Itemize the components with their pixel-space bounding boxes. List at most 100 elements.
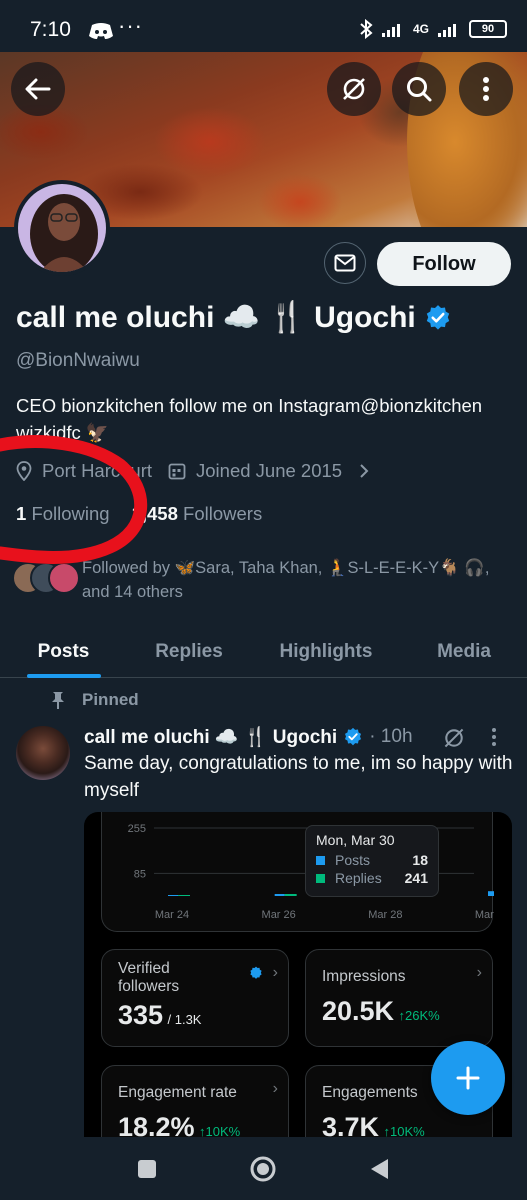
posts-legend-swatch bbox=[316, 855, 325, 865]
envelope-icon bbox=[334, 254, 356, 272]
post-more-icon[interactable] bbox=[490, 726, 498, 748]
verified-badge-icon bbox=[345, 727, 362, 746]
battery-indicator: 90 bbox=[469, 20, 507, 38]
more-vertical-icon bbox=[483, 77, 489, 101]
bar-replies-mar-24[interactable] bbox=[178, 895, 190, 896]
stat-sub: / 1.3K bbox=[167, 1012, 202, 1027]
pinned-indicator: Pinned bbox=[50, 690, 139, 710]
chart-tooltip: Mon, Mar 30 Posts 18 Replies 241 bbox=[305, 825, 439, 897]
tooltip-row-replies: Replies 241 bbox=[316, 870, 428, 886]
post-time: · 10h bbox=[369, 726, 413, 747]
stat-label: Engagement rate bbox=[118, 1084, 237, 1101]
tooltip-replies-label: Replies bbox=[335, 870, 382, 886]
grok-icon[interactable] bbox=[442, 726, 466, 750]
post-author-avatar[interactable] bbox=[16, 726, 70, 780]
compose-post-button[interactable] bbox=[431, 1041, 505, 1115]
tooltip-date: Mon, Mar 30 bbox=[316, 832, 395, 848]
tooltip-posts-label: Posts bbox=[335, 852, 371, 868]
chevron-right-icon: › bbox=[272, 964, 278, 981]
followers-link[interactable]: 1,458 Followers bbox=[132, 503, 263, 525]
following-link[interactable]: 1 Following bbox=[16, 503, 110, 525]
follower-avatar-3 bbox=[48, 562, 80, 594]
post-author-name[interactable]: call me oluchi ☁️ 🍴 Ugochi bbox=[84, 725, 337, 749]
bar-posts-mar-24[interactable] bbox=[168, 895, 178, 896]
message-button[interactable] bbox=[324, 242, 366, 284]
stat-value: 335 bbox=[118, 1000, 164, 1030]
followers-label: Followers bbox=[183, 503, 263, 524]
replies-legend-swatch bbox=[316, 873, 325, 883]
bar-posts-mar-26[interactable] bbox=[274, 894, 285, 896]
bar-replies-mar-26[interactable] bbox=[284, 894, 297, 896]
chevron-right-icon: › bbox=[272, 1080, 278, 1097]
tab-media[interactable]: Media bbox=[401, 626, 527, 678]
bluetooth-icon bbox=[360, 19, 373, 39]
plus-icon bbox=[456, 1066, 480, 1090]
x-tick-label: Mar 30 bbox=[475, 909, 494, 921]
x-tick-label: Mar 26 bbox=[262, 909, 296, 921]
stat-value: 20.5K bbox=[322, 996, 395, 1026]
chevron-right-icon[interactable] bbox=[358, 463, 370, 479]
x-tick-label: Mar 28 bbox=[368, 909, 402, 921]
verified-badge-icon[interactable] bbox=[424, 304, 452, 332]
y-tick-label: 255 bbox=[128, 823, 146, 835]
profile-handle: @BionNwaiwu bbox=[16, 350, 140, 371]
status-time: 7:10 bbox=[30, 18, 71, 41]
following-label: Following bbox=[31, 503, 110, 524]
stat-label: Verified followers bbox=[118, 960, 180, 995]
status-bar: 7:10 ··· 4G 90 bbox=[0, 0, 527, 52]
pin-icon bbox=[52, 692, 64, 709]
profile-location: Port Harcourt bbox=[42, 460, 153, 481]
android-nav-bar bbox=[0, 1137, 527, 1200]
tooltip-posts-value: 18 bbox=[412, 852, 428, 868]
discord-icon bbox=[89, 23, 113, 39]
profile-meta: Port Harcourt Joined June 2015 bbox=[16, 460, 370, 482]
grok-icon bbox=[343, 78, 365, 100]
more-options-button[interactable] bbox=[459, 62, 513, 116]
stat-card-verified-followers[interactable]: Verified followers › 335 / 1.3K bbox=[101, 949, 289, 1047]
post-header: call me oluchi ☁️ 🍴 Ugochi · 10h bbox=[84, 725, 413, 749]
profile-counts: 1 Following 1,458 Followers bbox=[16, 503, 262, 525]
follow-button[interactable]: Follow bbox=[377, 242, 511, 286]
arrow-left-icon bbox=[25, 78, 51, 100]
network-type: 4G bbox=[412, 22, 429, 36]
profile-display-name: call me oluchi ☁️ 🍴 Ugochi bbox=[16, 300, 452, 335]
search-button[interactable] bbox=[392, 62, 446, 116]
followed-by-avatars[interactable] bbox=[12, 562, 82, 594]
calendar-icon bbox=[168, 463, 186, 480]
following-count: 1 bbox=[16, 503, 27, 524]
tooltip-replies-value: 241 bbox=[404, 870, 428, 886]
back-nav-icon[interactable] bbox=[369, 1157, 391, 1181]
x-tick-label: Mar 24 bbox=[155, 909, 189, 921]
stat-delta: ↑26K% bbox=[398, 1008, 440, 1023]
tab-replies[interactable]: Replies bbox=[127, 626, 251, 678]
stat-card-impressions[interactable]: Impressions › 20.5K ↑26K% bbox=[305, 949, 493, 1047]
status-right: 4G 90 bbox=[359, 18, 507, 40]
signal-icon bbox=[381, 24, 400, 37]
followers-count: 1,458 bbox=[131, 503, 178, 524]
recent-apps-icon[interactable] bbox=[136, 1158, 158, 1180]
post-text: Same day, congratulations to me, im so h… bbox=[84, 753, 513, 801]
tooltip-row-posts: Posts 18 bbox=[316, 852, 428, 868]
signal-icon-2 bbox=[438, 24, 456, 37]
chevron-right-icon: › bbox=[476, 964, 482, 981]
home-icon[interactable] bbox=[249, 1155, 277, 1183]
followed-by-text[interactable]: Followed by 🦋Sara, Taha Khan, 🧎S-L-E-E-K… bbox=[82, 556, 502, 604]
avatar-portrait bbox=[18, 184, 106, 272]
profile-tabs: Posts Replies Highlights Media bbox=[0, 626, 527, 678]
profile-bio: CEO bionzkitchen follow me on Instagram@… bbox=[16, 395, 483, 443]
back-button[interactable] bbox=[11, 62, 65, 116]
grok-button[interactable] bbox=[327, 62, 381, 116]
location-pin-icon bbox=[16, 461, 32, 481]
tab-highlights[interactable]: Highlights bbox=[251, 626, 401, 678]
search-icon bbox=[407, 77, 432, 102]
bar-posts-mar-30[interactable] bbox=[488, 891, 498, 896]
display-name-text: call me oluchi ☁️ 🍴 Ugochi bbox=[16, 301, 416, 334]
verified-badge-icon bbox=[250, 966, 262, 979]
stat-label: Impressions bbox=[322, 968, 406, 985]
status-more-dots: ··· bbox=[118, 13, 143, 38]
profile-joined: Joined June 2015 bbox=[196, 460, 343, 481]
pinned-label: Pinned bbox=[82, 690, 139, 709]
tab-posts[interactable]: Posts bbox=[0, 626, 127, 678]
y-tick-label: 85 bbox=[134, 868, 146, 880]
profile-avatar[interactable] bbox=[14, 180, 110, 276]
